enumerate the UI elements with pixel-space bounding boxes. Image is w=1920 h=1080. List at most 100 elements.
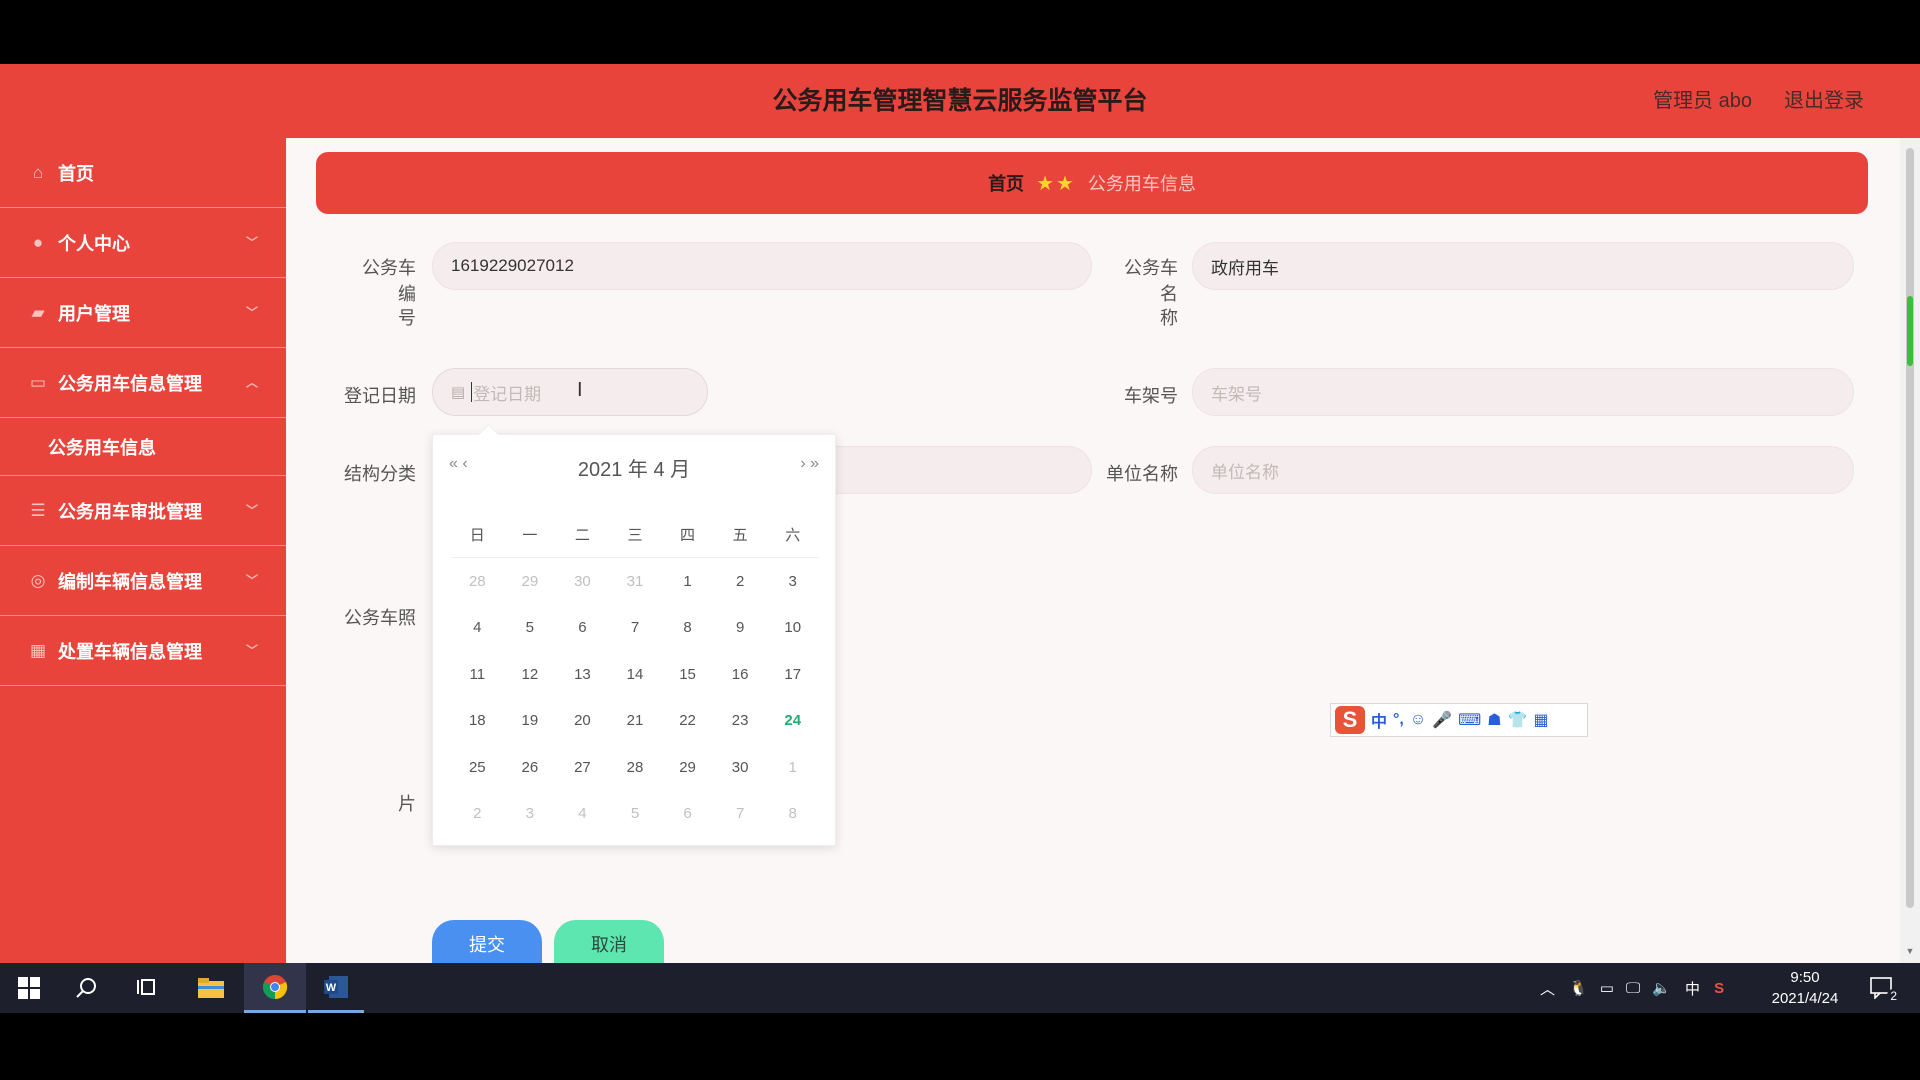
photo-label-line1: 公务车照 [344,608,416,628]
emoji-icon[interactable]: ☺ [1410,711,1426,729]
calendar-day[interactable]: 2 [714,573,767,590]
calendar-day[interactable]: 12 [504,666,557,683]
sogou-tray-icon[interactable]: S [1714,980,1724,997]
calendar-day[interactable]: 19 [504,712,557,729]
reg-date-input[interactable]: ▤ 登记日期 I [432,368,708,416]
calendar-day[interactable]: 8 [766,805,819,822]
calendar-day[interactable]: 6 [556,619,609,636]
user-icon: ● [32,232,44,252]
next-month-year-button[interactable]: › » [800,455,819,473]
submit-button[interactable]: 提交 [432,920,542,968]
chevron-down-icon: ﹀ [245,573,258,588]
calendar-day[interactable]: 5 [504,619,557,636]
frame-no-label: 车架号 [1124,386,1178,406]
calendar-day[interactable]: 17 [766,666,819,683]
calendar-day-today[interactable]: 24 [766,712,819,729]
car-no-label-line2: 号 [398,308,416,328]
calendar-day[interactable]: 30 [556,573,609,590]
calendar-day[interactable]: 7 [714,805,767,822]
calendar-day[interactable]: 3 [504,805,557,822]
car-name-field[interactable]: 政府用车 [1192,242,1854,290]
calendar-day[interactable]: 15 [661,666,714,683]
network-icon[interactable]: 🖵 [1626,980,1640,997]
breadcrumb-home[interactable]: 首页 [988,170,1024,196]
calendar-day[interactable]: 2 [451,805,504,822]
list-icon: ☰ [30,500,46,520]
cancel-button[interactable]: 取消 [554,920,664,968]
calendar-day[interactable]: 30 [714,759,767,776]
calendar-day[interactable]: 25 [451,759,504,776]
calendar-day[interactable]: 28 [451,573,504,590]
sidebar-item-approval-management[interactable]: ☰ 公务用车审批管理 ﹀ [0,476,286,546]
calendar-day[interactable]: 22 [661,712,714,729]
logout-link[interactable]: 退出登录 [1784,64,1864,138]
calendar-day[interactable]: 21 [609,712,662,729]
calendar-day[interactable]: 23 [714,712,767,729]
file-explorer-icon[interactable] [182,963,240,1013]
calendar-day[interactable]: 4 [556,805,609,822]
sidebar-item-home[interactable]: ⌂ 首页 [0,138,286,208]
calendar-day[interactable]: 20 [556,712,609,729]
search-icon[interactable] [58,963,116,1013]
ime-mode-toggle[interactable]: 中 [1371,708,1387,732]
calendar-day[interactable]: 29 [504,573,557,590]
car-no-field[interactable]: 1619229027012 [432,242,1092,290]
sidebar-item-personal-center[interactable]: ● 个人中心 ﹀ [0,208,286,278]
calendar-day[interactable]: 31 [609,573,662,590]
notification-center-icon[interactable]: 2 [1854,963,1910,1013]
volume-icon[interactable]: 🔈 [1652,979,1671,997]
unit-name-input[interactable]: 单位名称 [1192,446,1854,494]
skin-icon[interactable]: 👕 [1508,710,1528,730]
input-language-indicator[interactable]: 中 [1685,978,1700,999]
calendar-day[interactable]: 16 [714,666,767,683]
toolbox-icon[interactable]: ☗ [1487,710,1501,730]
calendar-day[interactable]: 28 [609,759,662,776]
reg-date-placeholder: 登记日期 [473,384,542,404]
battery-icon[interactable]: ▭ [1600,979,1614,997]
calendar-day[interactable]: 7 [609,619,662,636]
calendar-day[interactable]: 29 [661,759,714,776]
calendar-day[interactable]: 26 [504,759,557,776]
word-icon[interactable]: W [308,963,364,1013]
frame-no-input[interactable]: 车架号 [1192,368,1854,416]
weekday-label: 五 [732,526,748,544]
calendar-day[interactable]: 18 [451,712,504,729]
sidebar-item-staffing-vehicle-management[interactable]: ◎ 编制车辆信息管理 ﹀ [0,546,286,616]
sidebar-item-disposal-vehicle-management[interactable]: ▦ 处置车辆信息管理 ﹀ [0,616,286,686]
calendar-day[interactable]: 3 [766,573,819,590]
cursor-caret [471,382,473,402]
qq-icon[interactable]: 🐧 [1569,979,1588,997]
calendar-day[interactable]: 11 [451,666,504,683]
calendar-day[interactable]: 4 [451,619,504,636]
calendar-day[interactable]: 10 [766,619,819,636]
sidebar-item-user-management[interactable]: ▰ 用户管理 ﹀ [0,278,286,348]
calendar-day[interactable]: 14 [609,666,662,683]
chrome-icon[interactable] [244,963,306,1013]
sidebar-item-vehicle-info-management[interactable]: ▭ 公务用车信息管理 ︿ [0,348,286,418]
calendar-day[interactable]: 13 [556,666,609,683]
calendar-day[interactable]: 1 [661,573,714,590]
scrollbar-thumb[interactable] [1906,148,1914,908]
screen: 公务用车管理智慧云服务监管平台 管理员 abo 退出登录 ⌂ 首页 ● 个人中心… [0,0,1920,1080]
page-scrollbar[interactable]: ▼ [1900,138,1920,963]
calendar-day[interactable]: 27 [556,759,609,776]
keyboard-icon[interactable]: ⌨ [1458,710,1481,730]
chevron-up-icon[interactable]: ︿ [1540,978,1555,999]
system-clock[interactable]: 9:50 2021/4/24 [1760,967,1850,1009]
breadcrumb: 首页 ★★ 公务用车信息 [316,152,1868,214]
calendar-day[interactable]: 6 [661,805,714,822]
sogou-logo-icon[interactable]: S [1335,706,1365,734]
apps-grid-icon[interactable]: ▦ [1533,710,1548,730]
calendar-day[interactable]: 1 [766,759,819,776]
calendar-day[interactable]: 9 [714,619,767,636]
car-name-label-line2: 称 [1160,308,1178,328]
calendar-day[interactable]: 8 [661,619,714,636]
sidebar-subitem-vehicle-info[interactable]: 公务用车信息 [0,418,286,476]
task-view-icon[interactable] [118,963,176,1013]
ime-punctuation-toggle[interactable]: °, [1393,711,1404,729]
calendar-day[interactable]: 5 [609,805,662,822]
windows-start-icon[interactable] [0,963,58,1013]
scroll-down-arrow-icon[interactable]: ▼ [1900,946,1920,956]
microphone-icon[interactable]: 🎤 [1432,710,1452,730]
notification-count-badge: 2 [1887,989,1900,1003]
